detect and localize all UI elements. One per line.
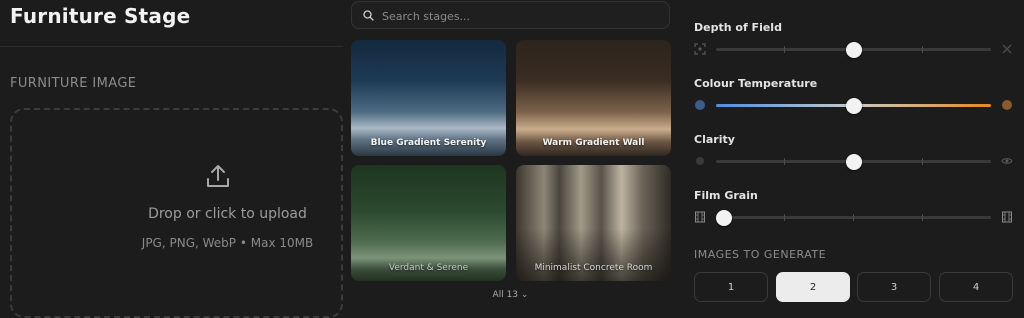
all-stages-label: All 13 [492, 290, 519, 300]
stage-search[interactable] [351, 1, 670, 29]
colour-temperature-slider[interactable] [716, 98, 991, 114]
colour-temperature-handle[interactable] [845, 98, 862, 114]
app-title: Furniture Stage [10, 4, 191, 28]
warm-dot-icon [1002, 100, 1012, 110]
furniture-image-label: FURNITURE IMAGE [10, 76, 137, 91]
cool-dot-icon [695, 100, 705, 110]
count-option-4[interactable]: 4 [939, 272, 1013, 302]
eye-closed-icon [696, 157, 704, 165]
stage-card-verdant-serene[interactable]: Verdant & Serene [351, 165, 506, 281]
count-option-3[interactable]: 3 [857, 272, 931, 302]
search-icon [363, 10, 374, 21]
clarity-handle[interactable] [845, 154, 862, 170]
stage-card-blue-gradient-serenity[interactable]: Blue Gradient Serenity [351, 40, 506, 156]
show-all-stages-toggle[interactable]: All 13 ⌄ [488, 290, 533, 300]
depth-of-field-handle[interactable] [845, 42, 862, 58]
stage-card-label: Warm Gradient Wall [542, 138, 645, 148]
count-option-2[interactable]: 2 [776, 272, 850, 302]
blur-icon [1002, 44, 1012, 54]
focus-frame-icon [694, 43, 706, 55]
depth-of-field-label: Depth of Field [694, 21, 782, 34]
film-icon [1002, 211, 1012, 223]
depth-of-field-slider[interactable] [716, 42, 991, 58]
colour-temperature-label: Colour Temperature [694, 77, 818, 90]
stage-card-warm-gradient-wall[interactable]: Warm Gradient Wall [516, 40, 671, 156]
header-divider [0, 46, 343, 47]
stage-card-label: Blue Gradient Serenity [370, 138, 487, 148]
stage-card-label: Verdant & Serene [388, 263, 469, 273]
images-to-generate-label: IMAGES TO GENERATE [694, 248, 827, 261]
stage-card-minimalist-concrete-room[interactable]: Minimalist Concrete Room [516, 165, 671, 281]
stage-card-label: Minimalist Concrete Room [534, 263, 653, 273]
eye-icon [1001, 158, 1013, 164]
upload-icon [207, 165, 229, 187]
film-grain-label: Film Grain [694, 189, 758, 202]
clarity-slider[interactable] [716, 154, 991, 170]
search-input[interactable] [380, 5, 664, 27]
clarity-label: Clarity [694, 133, 735, 146]
film-icon [695, 211, 705, 223]
count-option-1[interactable]: 1 [694, 272, 768, 302]
film-grain-slider[interactable] [716, 210, 991, 226]
chevron-down-icon: ⌄ [520, 290, 529, 300]
